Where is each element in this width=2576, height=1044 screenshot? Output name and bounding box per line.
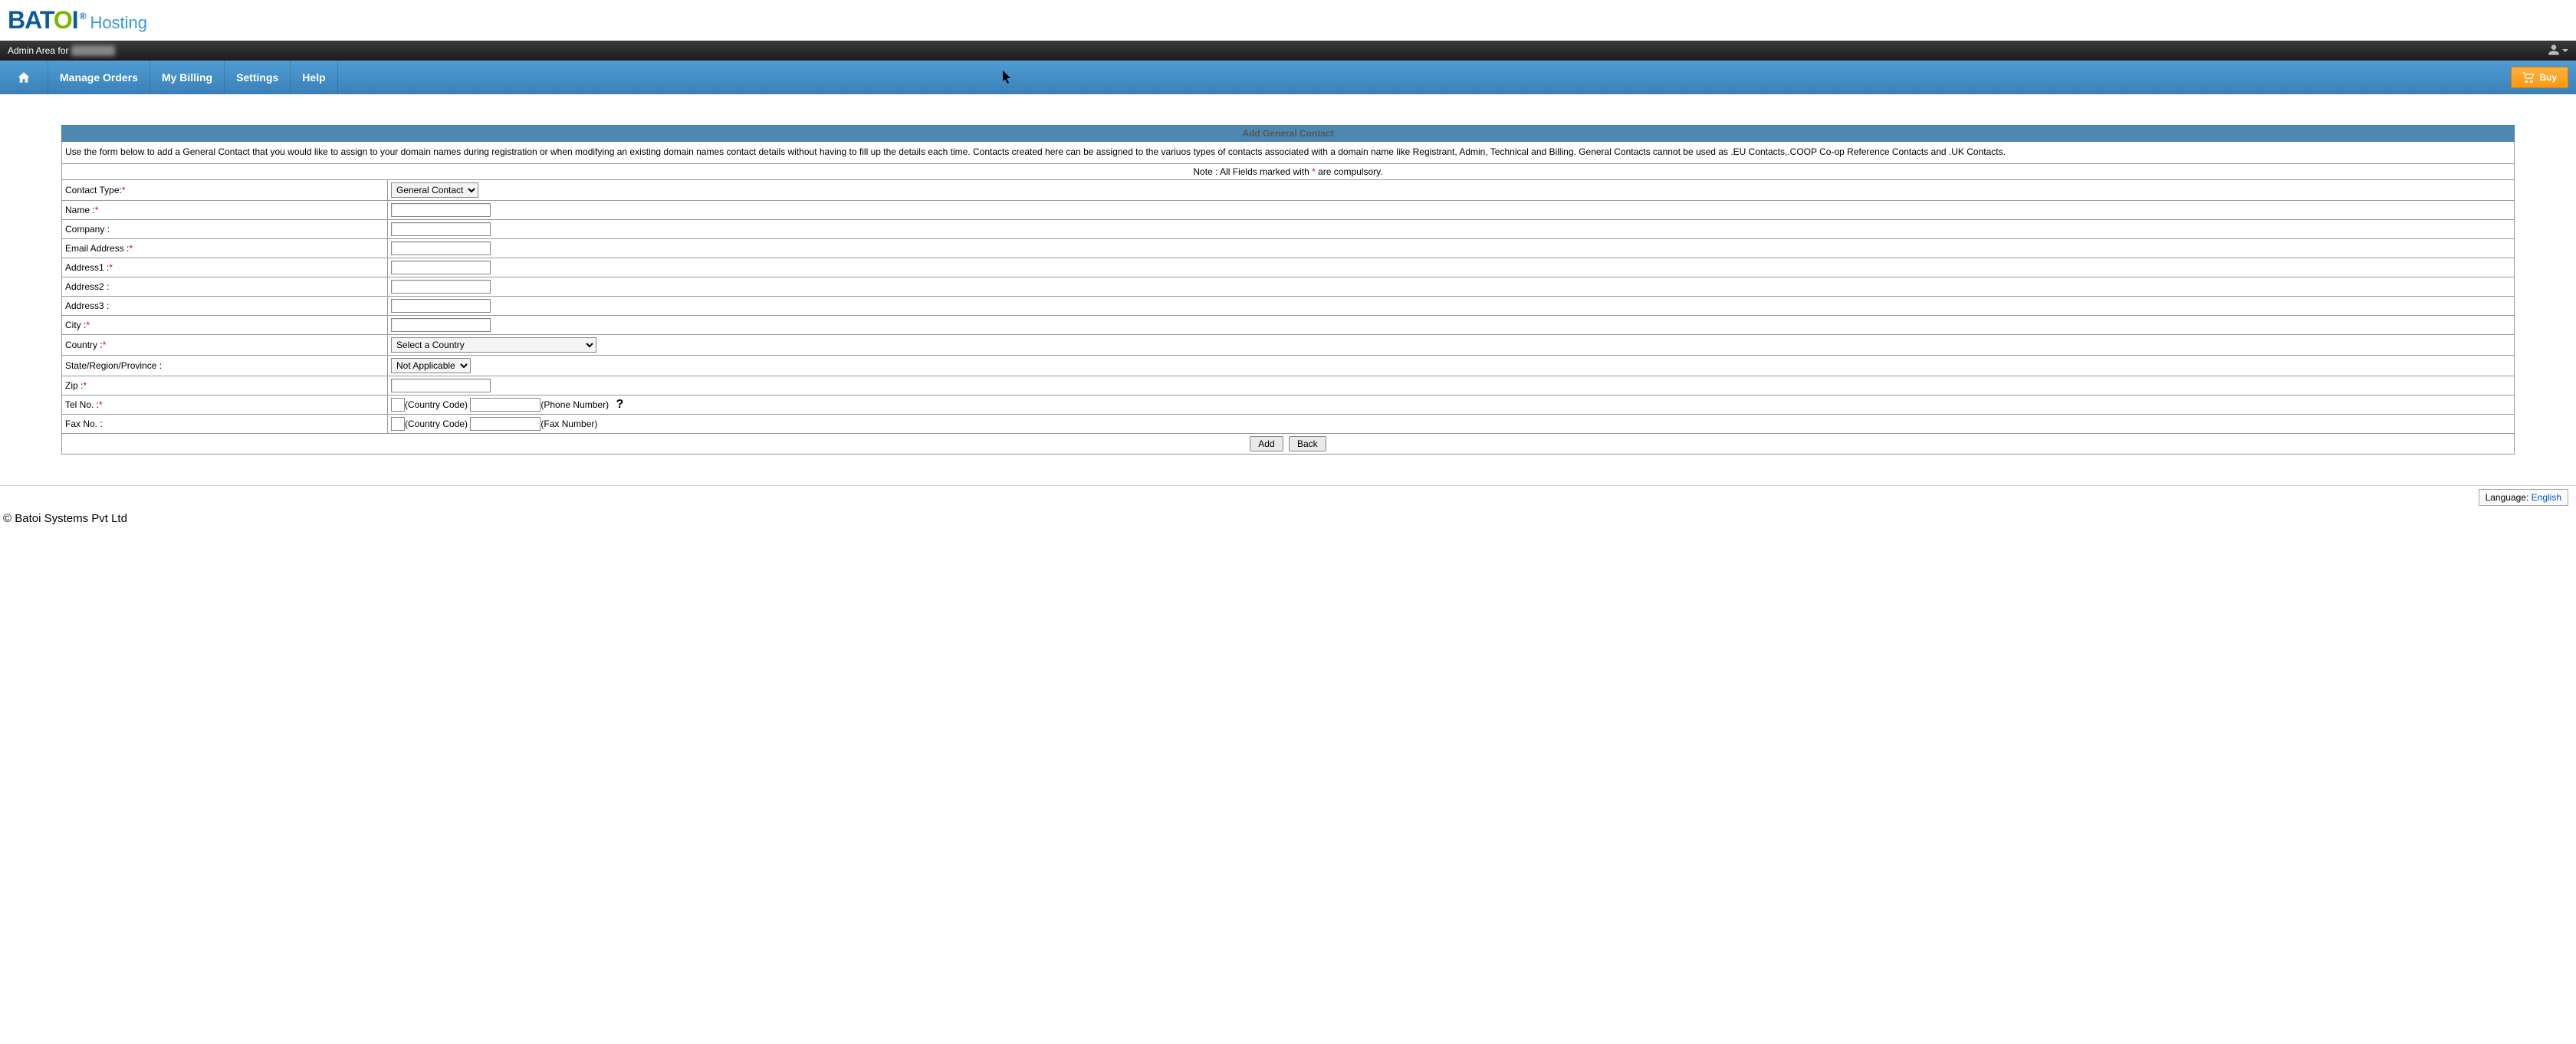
main-nav: Manage Orders My Billing Settings Help B… bbox=[0, 61, 2576, 94]
admin-area-label: Admin Area for bbox=[8, 45, 68, 56]
admin-user-name bbox=[71, 45, 115, 56]
user-icon bbox=[2548, 44, 2560, 58]
contact-form-table: Add General Contact Use the form below t… bbox=[61, 125, 2515, 455]
name-input[interactable] bbox=[391, 203, 491, 217]
nav-help[interactable]: Help bbox=[291, 61, 337, 94]
city-input[interactable] bbox=[391, 318, 491, 332]
tel-number-input[interactable] bbox=[470, 398, 540, 412]
form-title: Add General Contact bbox=[62, 126, 2515, 142]
label-address1: Address1 :* bbox=[62, 258, 388, 277]
logo-bar: BATOI® Hosting bbox=[0, 0, 2576, 41]
label-state: State/Region/Province : bbox=[62, 356, 388, 376]
language-value: English bbox=[2532, 492, 2561, 503]
company-input[interactable] bbox=[391, 222, 491, 236]
form-description: Use the form below to add a General Cont… bbox=[62, 142, 2515, 164]
tel-country-code-input[interactable] bbox=[391, 398, 405, 412]
fax-number-input[interactable] bbox=[470, 417, 540, 431]
contact-type-select[interactable]: General Contact bbox=[391, 182, 478, 198]
label-city: City :* bbox=[62, 316, 388, 335]
tel-help-icon[interactable]: ? bbox=[616, 398, 623, 411]
footer-bar: Language: English bbox=[0, 485, 2576, 509]
nav-my-billing[interactable]: My Billing bbox=[150, 61, 225, 94]
nav-settings[interactable]: Settings bbox=[225, 61, 291, 94]
cart-icon bbox=[2522, 72, 2535, 83]
home-icon bbox=[17, 71, 31, 84]
state-select[interactable]: Not Applicable bbox=[391, 358, 471, 373]
admin-bar: Admin Area for bbox=[0, 41, 2576, 61]
fax-country-code-input[interactable] bbox=[391, 417, 405, 431]
label-name: Name :* bbox=[62, 201, 388, 220]
email-input[interactable] bbox=[391, 241, 491, 255]
buy-button[interactable]: Buy bbox=[2511, 67, 2568, 88]
form-note: Note : All Fields marked with * are comp… bbox=[62, 164, 2515, 180]
back-button[interactable]: Back bbox=[1289, 436, 1326, 451]
chevron-down-icon bbox=[2562, 49, 2568, 52]
nav-home[interactable] bbox=[0, 61, 48, 94]
user-menu[interactable] bbox=[2548, 44, 2568, 58]
label-contact-type: Contact Type:* bbox=[62, 180, 388, 201]
label-fax: Fax No. : bbox=[62, 415, 388, 434]
label-company: Company : bbox=[62, 220, 388, 239]
address3-input[interactable] bbox=[391, 299, 491, 313]
label-country: Country :* bbox=[62, 335, 388, 356]
add-button[interactable]: Add bbox=[1250, 436, 1283, 451]
label-tel: Tel No. :* bbox=[62, 396, 388, 415]
content-area: Add General Contact Use the form below t… bbox=[0, 94, 2576, 462]
copyright: © Batoi Systems Pvt Ltd bbox=[0, 509, 2576, 528]
address1-input[interactable] bbox=[391, 261, 491, 274]
language-selector[interactable]: Language: English bbox=[2479, 489, 2568, 506]
label-address3: Address3 : bbox=[62, 297, 388, 316]
address2-input[interactable] bbox=[391, 280, 491, 294]
brand-logo: BATOI® Hosting bbox=[8, 6, 147, 34]
label-zip: Zip :* bbox=[62, 376, 388, 396]
nav-manage-orders[interactable]: Manage Orders bbox=[48, 61, 150, 94]
label-email: Email Address :* bbox=[62, 239, 388, 258]
country-select[interactable]: Select a Country bbox=[391, 337, 596, 353]
label-address2: Address2 : bbox=[62, 277, 388, 297]
zip-input[interactable] bbox=[391, 379, 491, 392]
brand-subtitle: Hosting bbox=[90, 13, 147, 33]
